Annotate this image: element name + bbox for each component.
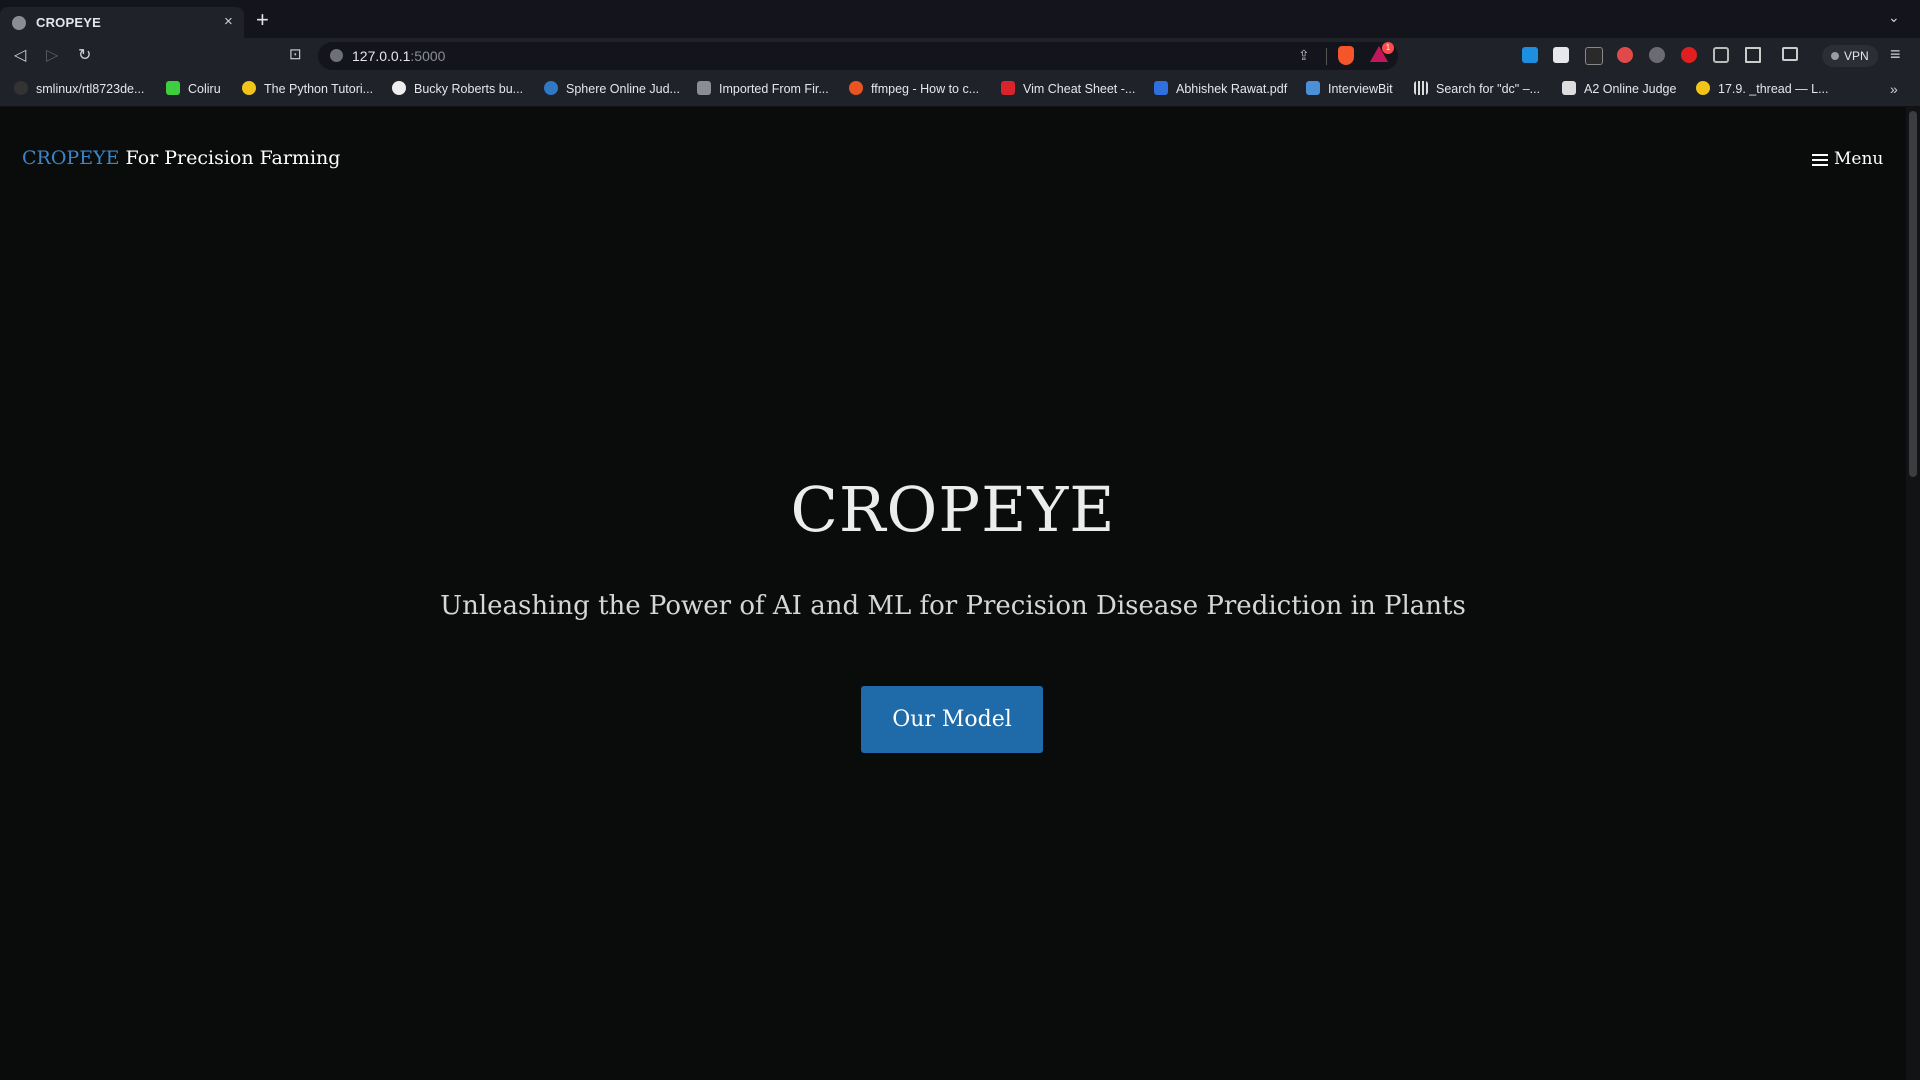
bookmark-item[interactable]: Bucky Roberts bu... xyxy=(392,81,523,99)
spoj-icon xyxy=(544,81,558,95)
bookmarks-overflow-icon[interactable]: » xyxy=(1890,81,1898,97)
site-info-icon[interactable] xyxy=(330,49,343,62)
extension-icon[interactable] xyxy=(1585,47,1603,65)
barcode-icon xyxy=(1414,81,1428,95)
bookmark-item[interactable]: ffmpeg - How to c... xyxy=(849,81,979,99)
close-icon[interactable]: × xyxy=(224,13,233,30)
dropbox-icon xyxy=(1154,81,1168,95)
a2-icon xyxy=(1562,81,1576,95)
bookmark-item[interactable]: Imported From Fir... xyxy=(697,81,829,99)
bookmark-item[interactable]: The Python Tutori... xyxy=(242,81,373,99)
back-icon[interactable]: ◁ xyxy=(14,45,26,65)
bookmarks-bar: smlinux/rtl8723de... Coliru The Python T… xyxy=(0,74,1920,107)
extension-icon[interactable] xyxy=(1553,47,1569,63)
bookmark-item[interactable]: Sphere Online Jud... xyxy=(544,81,680,99)
address-bar[interactable]: 127.0.0.1:5000 ⇪ 1 xyxy=(318,42,1398,70)
hamburger-icon xyxy=(1812,151,1828,169)
vpn-status-icon xyxy=(1831,52,1839,60)
sidebar-icon[interactable] xyxy=(1745,47,1761,63)
divider xyxy=(1326,48,1327,65)
site-brand[interactable]: CROPEYE For Precision Farming xyxy=(22,147,340,169)
our-model-button[interactable]: Our Model xyxy=(861,686,1043,753)
hero-subtitle: Unleashing the Power of AI and ML for Pr… xyxy=(440,591,1466,621)
extension-icon[interactable] xyxy=(1681,47,1697,63)
brand-tagline: For Precision Farming xyxy=(125,147,341,169)
coliru-icon xyxy=(166,81,180,95)
bookmark-item[interactable]: Search for "dc" –... xyxy=(1414,81,1540,99)
tab-title: CROPEYE xyxy=(36,15,101,30)
bookmark-item[interactable]: smlinux/rtl8723de... xyxy=(14,81,144,99)
hero-title: CROPEYE xyxy=(790,473,1116,546)
extension-icon[interactable] xyxy=(1522,47,1538,63)
new-tab-button[interactable]: + xyxy=(256,9,269,31)
brave-shields-icon[interactable] xyxy=(1338,46,1354,65)
puzzle-icon[interactable] xyxy=(1713,47,1729,63)
globe-icon xyxy=(12,16,26,30)
scrollbar[interactable] xyxy=(1906,107,1920,1080)
wallet-icon[interactable] xyxy=(1782,47,1798,61)
vim-icon xyxy=(1001,81,1015,95)
reload-icon[interactable]: ↻ xyxy=(78,45,91,65)
askubuntu-icon xyxy=(849,81,863,95)
bookmark-item[interactable]: Vim Cheat Sheet -... xyxy=(1001,81,1135,99)
bookmark-icon[interactable]: ⊡ xyxy=(289,45,302,63)
github-icon xyxy=(392,81,406,95)
forward-icon[interactable]: ▷ xyxy=(46,45,58,65)
chevron-down-icon[interactable]: ⌄ xyxy=(1888,9,1900,26)
brand-name: CROPEYE xyxy=(22,147,120,169)
hamburger-menu-icon[interactable]: ≡ xyxy=(1890,44,1901,65)
bookmark-item[interactable]: Coliru xyxy=(166,81,221,99)
browser-toolbar: ◁ ▷ ↻ ⊡ 127.0.0.1:5000 ⇪ 1 VPN ≡ xyxy=(0,38,1920,74)
rewards-badge: 1 xyxy=(1382,42,1394,54)
interviewbit-icon xyxy=(1306,81,1320,95)
bookmark-item[interactable]: A2 Online Judge xyxy=(1562,81,1676,99)
bookmark-item[interactable]: Abhishek Rawat.pdf xyxy=(1154,81,1287,99)
menu-button[interactable]: Menu xyxy=(1812,149,1883,169)
extension-icon[interactable] xyxy=(1649,47,1665,63)
page-viewport: CROPEYE For Precision Farming Menu CROPE… xyxy=(0,107,1920,1080)
python-icon xyxy=(242,81,256,95)
url-text[interactable]: 127.0.0.1:5000 xyxy=(352,48,445,64)
bookmark-item[interactable]: 17.9. _thread — L... xyxy=(1696,81,1829,99)
bookmark-item[interactable]: InterviewBit xyxy=(1306,81,1393,99)
folder-icon xyxy=(697,81,711,95)
vpn-button[interactable]: VPN xyxy=(1822,45,1878,67)
scrollbar-thumb[interactable] xyxy=(1909,111,1917,477)
extension-icon[interactable] xyxy=(1617,47,1633,63)
python-icon xyxy=(1696,81,1710,95)
github-icon xyxy=(14,81,28,95)
tab-cropeye[interactable]: CROPEYE × xyxy=(0,7,244,38)
share-icon[interactable]: ⇪ xyxy=(1298,47,1310,64)
tab-strip: CROPEYE × + ⌄ xyxy=(0,0,1920,38)
